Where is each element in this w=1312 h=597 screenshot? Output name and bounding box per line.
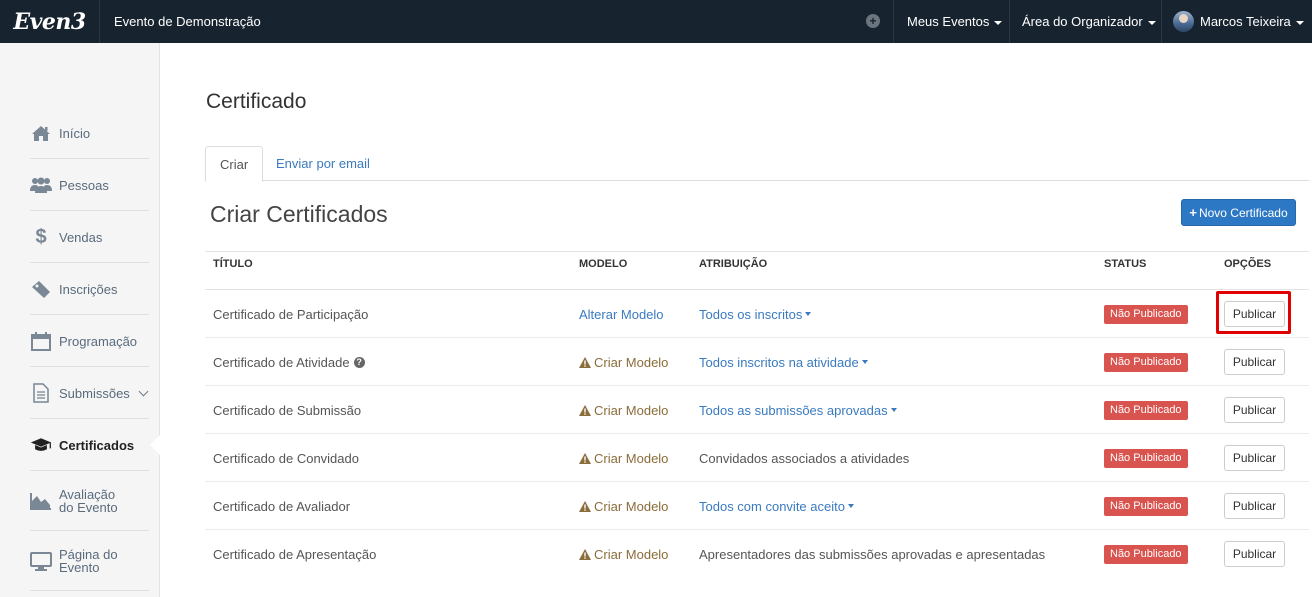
certificates-table: TÍTULO MODELO ATRIBUIÇÃO STATUS OPÇÕES C…	[205, 251, 1309, 578]
sidebar-item-programacao[interactable]: Programação	[30, 316, 149, 367]
status-badge: Não Publicado	[1104, 448, 1188, 468]
document-icon	[30, 383, 52, 403]
table-row: Certificado de Avaliador Criar Modelo To…	[205, 482, 1309, 530]
criar-modelo-link[interactable]: Criar Modelo	[579, 434, 668, 482]
dollar-icon: $	[35, 225, 47, 248]
column-header-titulo: TÍTULO	[213, 258, 253, 270]
criar-modelo-link[interactable]: Criar Modelo	[579, 530, 668, 578]
status-badge: Não Publicado	[1104, 352, 1188, 372]
warning-icon	[579, 500, 591, 512]
nav-divider	[1009, 0, 1010, 43]
status-badge: Não Publicado	[1104, 496, 1188, 516]
plus-circle-icon[interactable]: +	[866, 14, 880, 28]
column-header-atribuicao: ATRIBUIÇÃO	[699, 258, 768, 270]
area-chart-icon	[30, 492, 52, 510]
certificate-title: Certificado de Convidado	[213, 450, 359, 466]
sidebar-item-pessoas[interactable]: Pessoas	[30, 160, 149, 211]
ticket-icon	[30, 280, 52, 298]
certificate-title: Certificado de Participação	[213, 306, 369, 322]
warning-icon	[579, 404, 591, 416]
page-title: Certificado	[206, 90, 307, 113]
area-organizador-menu[interactable]: Área do Organizador	[1022, 0, 1156, 43]
tab-bar: Criar Enviar por email	[205, 146, 1309, 182]
sidebar-item-pagina[interactable]: Página do Evento	[30, 532, 149, 591]
criar-modelo-link[interactable]: Criar Modelo	[579, 386, 668, 434]
plus-icon: +	[1189, 205, 1197, 220]
highlight-box	[1216, 291, 1291, 334]
certificate-title: Certificado de Apresentação	[213, 546, 377, 562]
caret-down-icon	[994, 20, 1003, 25]
sidebar-item-vendas[interactable]: $ Vendas	[30, 212, 149, 263]
criar-modelo-link[interactable]: Criar Modelo	[579, 482, 668, 530]
top-navbar: Even3 Evento de Demonstração + Meus Even…	[0, 0, 1312, 43]
caret-down-icon	[1147, 20, 1156, 25]
sidebar: Início Pessoas $ Vendas Inscrições Progr…	[0, 43, 161, 597]
attribution-dropdown[interactable]: Todos inscritos na atividade	[699, 338, 868, 386]
question-circle-icon[interactable]: ?	[353, 356, 365, 368]
nav-divider	[1161, 0, 1162, 43]
nav-divider	[893, 0, 894, 43]
caret-down-icon	[861, 360, 868, 364]
caret-down-icon	[890, 408, 897, 412]
table-row: Certificado de Participação Alterar Mode…	[205, 290, 1309, 338]
status-badge: Não Publicado	[1104, 544, 1188, 564]
table-row: Certificado de Atividade? Criar Modelo T…	[205, 338, 1309, 386]
caret-down-icon	[1295, 20, 1304, 25]
tab-enviar-email[interactable]: Enviar por email	[262, 146, 384, 181]
status-badge: Não Publicado	[1104, 304, 1188, 324]
section-title: Criar Certificados	[210, 201, 388, 227]
column-header-opcoes: OPÇÕES	[1224, 258, 1272, 270]
alterar-modelo-link[interactable]: Alterar Modelo	[579, 290, 664, 338]
column-header-status: STATUS	[1104, 258, 1147, 270]
caret-down-icon	[847, 504, 854, 508]
chevron-down-icon[interactable]	[138, 386, 149, 396]
attribution-text: Apresentadores das submissões aprovadas …	[699, 546, 1046, 562]
attribution-dropdown[interactable]: Todos com convite aceito	[699, 482, 854, 530]
criar-modelo-link[interactable]: Criar Modelo	[579, 338, 668, 386]
users-icon	[30, 177, 52, 193]
calendar-icon	[30, 331, 52, 351]
certificate-title: Certificado de Atividade	[213, 354, 350, 370]
table-row: Certificado de Submissão Criar Modelo To…	[205, 386, 1309, 434]
publicar-button[interactable]: Publicar	[1224, 397, 1285, 423]
meus-eventos-menu[interactable]: Meus Eventos	[907, 0, 1003, 43]
publicar-button[interactable]: Publicar	[1224, 349, 1285, 375]
warning-icon	[579, 548, 591, 560]
user-menu[interactable]: Marcos Teixeira	[1200, 0, 1304, 43]
sidebar-item-avaliacao[interactable]: Avaliação do Evento	[30, 472, 149, 531]
sidebar-item-inscricoes[interactable]: Inscrições	[30, 264, 149, 315]
event-name[interactable]: Evento de Demonstração	[114, 0, 261, 43]
sidebar-item-submissoes[interactable]: Submissões	[30, 368, 149, 419]
warning-icon	[579, 356, 591, 368]
sidebar-item-certificados[interactable]: Certificados	[30, 420, 161, 471]
attribution-dropdown[interactable]: Todos as submissões aprovadas	[699, 386, 897, 434]
new-certificate-button[interactable]: + Novo Certificado	[1181, 199, 1296, 226]
monitor-icon	[30, 551, 52, 571]
certificate-title: Certificado de Submissão	[213, 402, 362, 418]
publicar-button[interactable]: Publicar	[1224, 493, 1285, 519]
column-header-modelo: MODELO	[579, 258, 628, 270]
status-badge: Não Publicado	[1104, 400, 1188, 420]
certificate-title: Certificado de Avaliador	[213, 498, 351, 514]
attribution-text: Convidados associados a atividades	[699, 450, 910, 466]
publicar-button[interactable]: Publicar	[1224, 541, 1285, 567]
publicar-button[interactable]: Publicar	[1224, 445, 1285, 471]
tab-criar[interactable]: Criar	[205, 146, 264, 182]
graduation-cap-icon	[30, 436, 52, 454]
sidebar-item-inicio[interactable]: Início	[30, 109, 149, 159]
avatar[interactable]	[1173, 11, 1194, 32]
even3-logo[interactable]: Even3	[0, 0, 100, 43]
table-row: Certificado de Convidado Criar Modelo Co…	[205, 434, 1309, 482]
attribution-dropdown[interactable]: Todos os inscritos	[699, 290, 812, 338]
table-row: Certificado de Apresentação Criar Modelo…	[205, 530, 1309, 578]
table-header: TÍTULO MODELO ATRIBUIÇÃO STATUS OPÇÕES	[205, 252, 1309, 290]
caret-down-icon	[805, 312, 812, 316]
home-icon	[30, 125, 52, 142]
warning-icon	[579, 452, 591, 464]
